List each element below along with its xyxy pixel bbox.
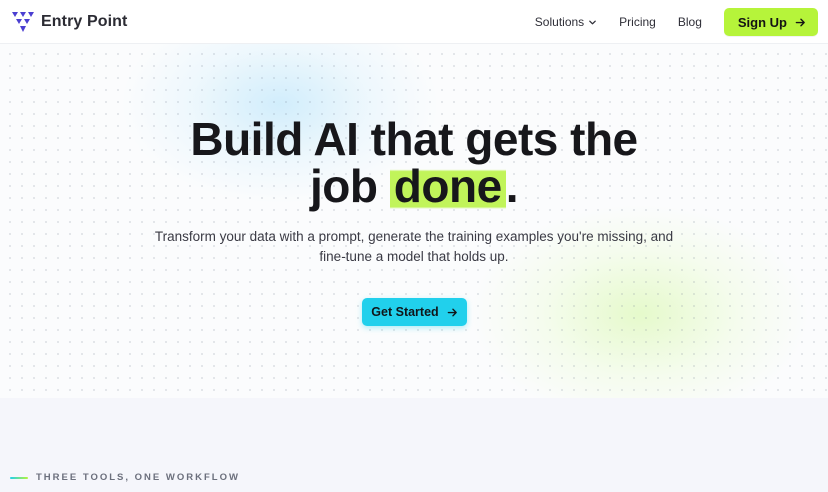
sign-up-label: Sign Up bbox=[737, 14, 787, 30]
sign-up-button[interactable]: Sign Up bbox=[723, 8, 818, 36]
hero-subtitle: Transform your data with a prompt, gener… bbox=[0, 227, 828, 267]
arrow-right-icon bbox=[447, 308, 457, 316]
nav-solutions-label: Solutions bbox=[534, 15, 585, 29]
nav-solutions-dropdown[interactable]: Solutions bbox=[535, 15, 597, 29]
nav-blog-label: Blog bbox=[677, 15, 702, 29]
brand-home-link[interactable]: Entry Point bbox=[11, 11, 127, 33]
headline-line-2-end: . bbox=[505, 160, 519, 212]
nav-blog-link[interactable]: Blog bbox=[678, 15, 702, 29]
dot-grid-background bbox=[0, 44, 828, 398]
eyebrow-text: THREE TOOLS, ONE WORKFLOW bbox=[36, 472, 240, 483]
subtitle-line-2: fine-tune a model that holds up. bbox=[319, 249, 509, 264]
brand-name: Entry Point bbox=[41, 13, 128, 30]
get-started-button[interactable]: Get Started bbox=[362, 298, 467, 326]
nav-links: Solutions Pricing Blog Sign Up bbox=[535, 8, 818, 36]
triangle-grid-logo-icon bbox=[12, 12, 34, 32]
chevron-down-icon bbox=[589, 20, 597, 24]
nav-pricing-link[interactable]: Pricing bbox=[619, 15, 656, 29]
tools-section: THREE TOOLS, ONE WORKFLOW bbox=[0, 398, 828, 492]
hero-section: Build AI that gets the job done. Transfo… bbox=[0, 44, 828, 398]
headline-line-2-start: job bbox=[310, 160, 390, 212]
nav-pricing-label: Pricing bbox=[619, 15, 656, 29]
section-eyebrow: THREE TOOLS, ONE WORKFLOW bbox=[10, 472, 240, 483]
subtitle-line-1: Transform your data with a prompt, gener… bbox=[154, 229, 674, 244]
eyebrow-gradient-line bbox=[10, 476, 28, 479]
headline-line-1: Build AI that gets the bbox=[190, 113, 638, 165]
headline-highlight-word: done bbox=[389, 160, 506, 212]
get-started-label: Get Started bbox=[371, 305, 439, 319]
arrow-right-icon bbox=[795, 18, 805, 26]
top-navbar: Entry Point Solutions Pricing Blog Sign … bbox=[0, 0, 828, 44]
hero-headline: Build AI that gets the job done. bbox=[0, 113, 828, 212]
